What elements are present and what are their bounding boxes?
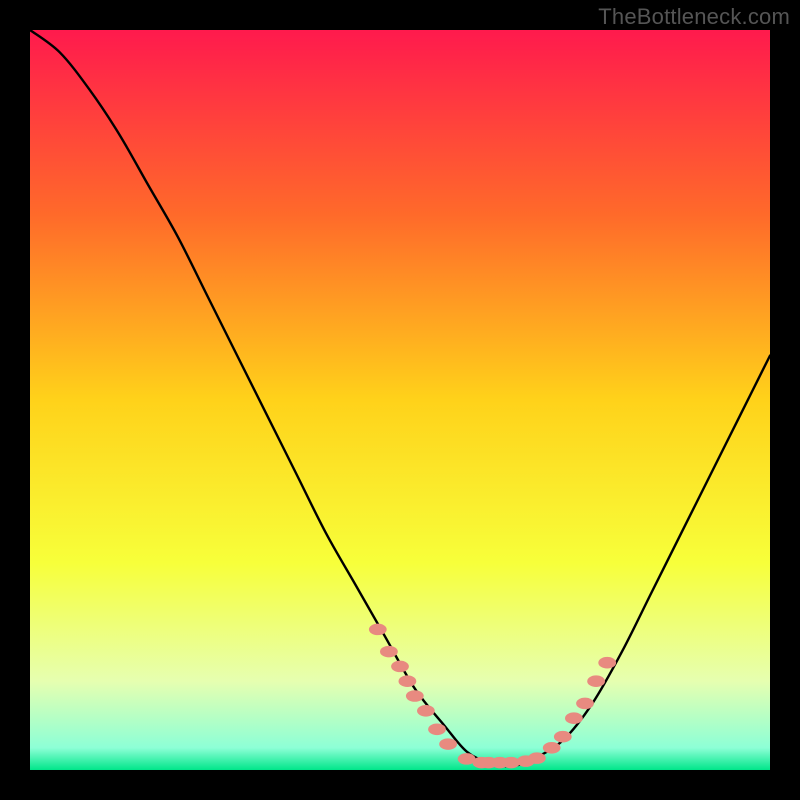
curve-marker	[502, 757, 520, 769]
chart-svg	[30, 30, 770, 770]
watermark-text: TheBottleneck.com	[598, 4, 790, 30]
gradient-background	[30, 30, 770, 770]
curve-marker	[554, 731, 572, 743]
curve-marker	[391, 661, 409, 673]
chart-frame: TheBottleneck.com	[0, 0, 800, 800]
curve-marker	[399, 675, 417, 687]
curve-marker	[369, 624, 387, 636]
curve-marker	[417, 705, 435, 717]
curve-marker	[598, 657, 616, 669]
curve-marker	[576, 698, 594, 710]
curve-marker	[406, 690, 424, 702]
curve-marker	[380, 646, 398, 658]
curve-marker	[565, 712, 583, 724]
curve-marker	[543, 742, 561, 754]
curve-marker	[587, 675, 605, 687]
curve-marker	[428, 724, 446, 736]
curve-marker	[528, 752, 546, 764]
plot-area	[30, 30, 770, 770]
curve-marker	[439, 738, 457, 750]
